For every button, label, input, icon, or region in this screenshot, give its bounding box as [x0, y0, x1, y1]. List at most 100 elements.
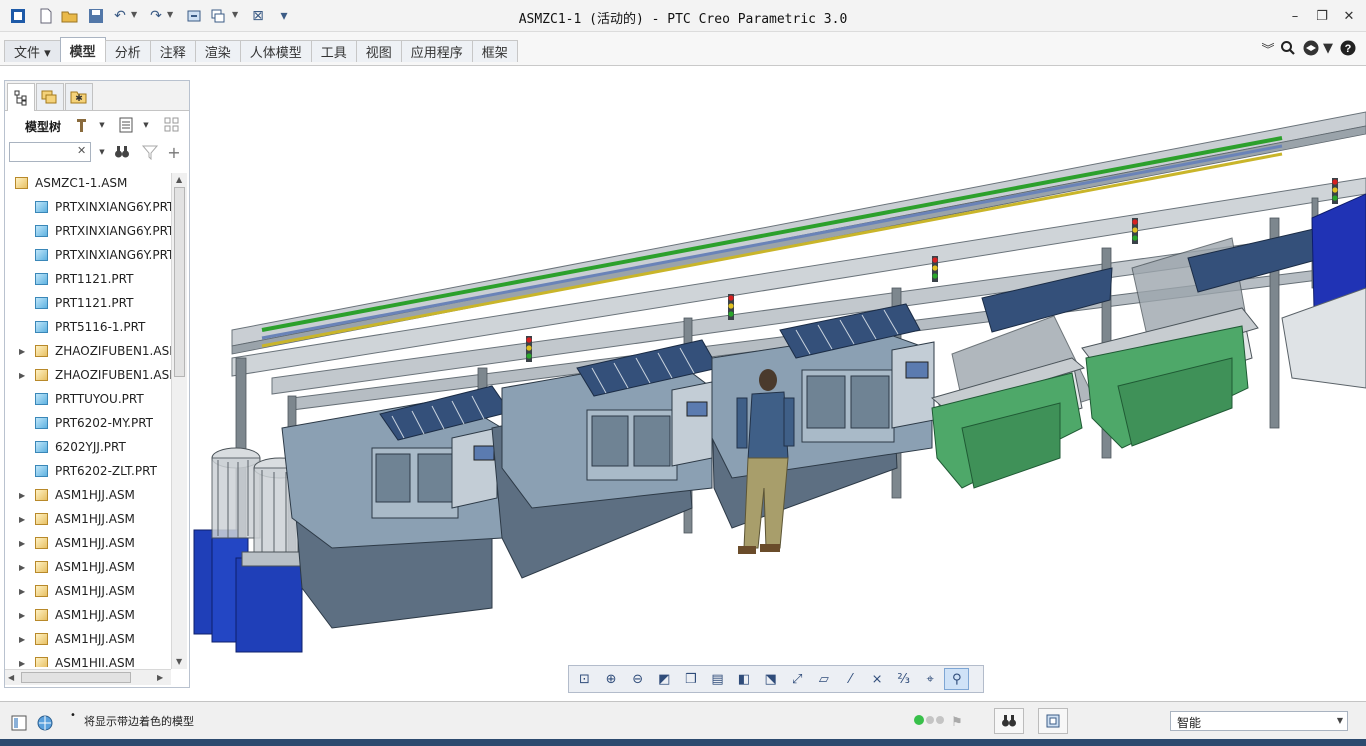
tree-row[interactable]: PRT6202-MY.PRT	[5, 411, 171, 435]
annotation-display-icon[interactable]: ▱	[811, 668, 836, 690]
view-manager-icon[interactable]: ▤	[705, 668, 730, 690]
close-button[interactable]: ✕	[1338, 6, 1360, 26]
tree-row[interactable]: ▶ ASM1HJJ.ASM	[5, 531, 171, 555]
windows-dropdown-icon[interactable]: ▼	[232, 10, 238, 19]
tree-horizontal-scroll-thumb[interactable]	[21, 672, 131, 683]
tree-row[interactable]: PRT6202-ZLT.PRT	[5, 459, 171, 483]
tree-row[interactable]: ASMZC1-1.ASM	[5, 171, 171, 195]
display-style-icon[interactable]: ◧	[732, 668, 757, 690]
repaint-icon[interactable]: ◩	[652, 668, 677, 690]
tab-7[interactable]: 视图	[355, 40, 402, 62]
point-display-icon[interactable]: ⨯	[865, 668, 890, 690]
expand-arrow-icon[interactable]: ▶	[19, 587, 25, 596]
perspective-icon[interactable]: ⬔	[758, 668, 783, 690]
tree-row[interactable]: PRT5116-1.PRT	[5, 315, 171, 339]
app-logo-icon[interactable]	[8, 6, 28, 26]
expand-arrow-icon[interactable]: ▶	[19, 611, 25, 620]
tab-1[interactable]: 模型	[59, 37, 106, 62]
expand-arrow-icon[interactable]: ▶	[19, 491, 25, 500]
tree-row[interactable]: PRTXINXIANG6Y.PRT	[5, 243, 171, 267]
scroll-up-arrow-icon[interactable]: ▲	[176, 175, 182, 184]
model-display-icon[interactable]: ⚲	[944, 668, 970, 690]
show-menu-icon[interactable]	[117, 116, 135, 134]
tree-row[interactable]: ▶ ZHAOZIFUBEN1.ASM	[5, 363, 171, 387]
tree-row[interactable]: ▶ ASM1HJJ.ASM	[5, 603, 171, 627]
zoom-out-icon[interactable]: ⊖	[625, 668, 650, 690]
zoom-in-icon[interactable]: ⊕	[599, 668, 624, 690]
favorites-tab-icon[interactable]: ✱	[65, 83, 93, 110]
restore-button[interactable]: ❐	[1311, 6, 1333, 26]
model-tree-tab-icon[interactable]	[7, 83, 35, 111]
assembly-model-view[interactable]	[192, 68, 1366, 698]
scroll-down-arrow-icon[interactable]: ▼	[176, 657, 182, 666]
filter-icon[interactable]	[141, 143, 159, 161]
expand-arrow-icon[interactable]: ▶	[19, 635, 25, 644]
expand-arrow-icon[interactable]: ▶	[19, 371, 25, 380]
layer-tree-tab-icon[interactable]	[36, 83, 64, 110]
search-dropdown-icon[interactable]: ▼	[93, 143, 111, 161]
expand-arrow-icon[interactable]: ▶	[19, 563, 25, 572]
tree-row[interactable]: 6202YJJ.PRT	[5, 435, 171, 459]
save-icon[interactable]	[86, 6, 106, 26]
tree-row[interactable]: ▶ ZHAOZIFUBEN1.ASM	[5, 339, 171, 363]
datum-display-icon[interactable]: ⤢	[785, 668, 810, 690]
browser-icon[interactable]	[32, 710, 58, 736]
refit-icon[interactable]: ⊡	[572, 668, 597, 690]
undo-icon[interactable]: ↶	[110, 6, 130, 26]
selection-box-icon[interactable]	[1038, 708, 1068, 734]
tree-vertical-scrollbar[interactable]: ▲ ▼	[171, 173, 187, 669]
tab-8[interactable]: 应用程序	[400, 40, 473, 62]
expand-arrow-icon[interactable]: ▶	[19, 539, 25, 548]
scroll-left-arrow-icon[interactable]: ◀	[8, 673, 14, 682]
expand-arrow-icon[interactable]: ▶	[19, 347, 25, 356]
settings-tools-icon[interactable]	[73, 116, 91, 134]
scroll-right-arrow-icon[interactable]: ▶	[157, 673, 163, 682]
close-window-icon[interactable]: ⊠	[248, 6, 268, 26]
minimize-ribbon-icon[interactable]: ︾	[1258, 38, 1278, 58]
tree-row[interactable]: ▶ ASM1HJJ.ASM	[5, 483, 171, 507]
tab-9[interactable]: 框架	[471, 40, 518, 62]
tree-row[interactable]: ▶ ASM1HJJ.ASM	[5, 627, 171, 651]
windows-icon[interactable]	[208, 6, 228, 26]
open-folder-icon[interactable]	[60, 6, 80, 26]
tree-row[interactable]: ▶ ASM1HJJ.ASM	[5, 555, 171, 579]
axis-display-icon[interactable]: ⁄	[838, 668, 863, 690]
tab-0[interactable]: 文件 ▾	[4, 40, 61, 62]
tab-6[interactable]: 工具	[310, 40, 357, 62]
show-dropdown-icon[interactable]: ▼	[137, 116, 155, 134]
minimize-button[interactable]: –	[1284, 6, 1306, 26]
tree-row[interactable]: PRTXINXIANG6Y.PRT	[5, 219, 171, 243]
add-column-icon[interactable]: +	[165, 143, 183, 162]
tree-horizontal-scrollbar[interactable]: ◀ ▶	[5, 669, 171, 685]
selection-filter-dropdown[interactable]: 智能 ▼	[1170, 711, 1348, 731]
toggle-navigator-icon[interactable]	[6, 710, 32, 736]
community-dropdown-icon[interactable]: ▼	[1318, 38, 1338, 58]
tree-vertical-scroll-thumb[interactable]	[174, 187, 185, 377]
new-file-icon[interactable]	[36, 6, 56, 26]
tree-row[interactable]: PRTXINXIANG6Y.PRT	[5, 195, 171, 219]
flag-icon[interactable]: ⚑	[944, 709, 970, 735]
spin-center-icon[interactable]: ⌖	[918, 668, 943, 690]
csys-display-icon[interactable]: ⅔	[891, 668, 916, 690]
settings-dropdown-icon[interactable]: ▼	[93, 116, 111, 134]
saved-orientations-icon[interactable]: ❒	[678, 668, 703, 690]
tree-row[interactable]: ▶ ASM1HJJ.ASM	[5, 579, 171, 603]
tree-row[interactable]: PRT1121.PRT	[5, 267, 171, 291]
tree-row[interactable]: ▶ ASM1HJJ.ASM	[5, 507, 171, 531]
tab-4[interactable]: 渲染	[194, 40, 241, 62]
help-icon[interactable]: ?	[1338, 38, 1358, 58]
tree-filter-grid-icon[interactable]	[163, 116, 181, 134]
customize-dropdown-icon[interactable]: ▾	[274, 6, 294, 26]
redo-dropdown-icon[interactable]: ▼	[167, 10, 173, 19]
tree-row[interactable]: PRT1121.PRT	[5, 291, 171, 315]
find-button-icon[interactable]	[994, 708, 1024, 734]
tab-3[interactable]: 注释	[149, 40, 196, 62]
undo-dropdown-icon[interactable]: ▼	[131, 10, 137, 19]
find-binoculars-icon[interactable]	[113, 143, 131, 161]
clear-search-icon[interactable]: ✕	[77, 144, 86, 157]
expand-arrow-icon[interactable]: ▶	[19, 659, 25, 668]
expand-arrow-icon[interactable]: ▶	[19, 515, 25, 524]
tab-5[interactable]: 人体模型	[239, 40, 312, 62]
tab-2[interactable]: 分析	[104, 40, 151, 62]
redo-icon[interactable]: ↷	[146, 6, 166, 26]
